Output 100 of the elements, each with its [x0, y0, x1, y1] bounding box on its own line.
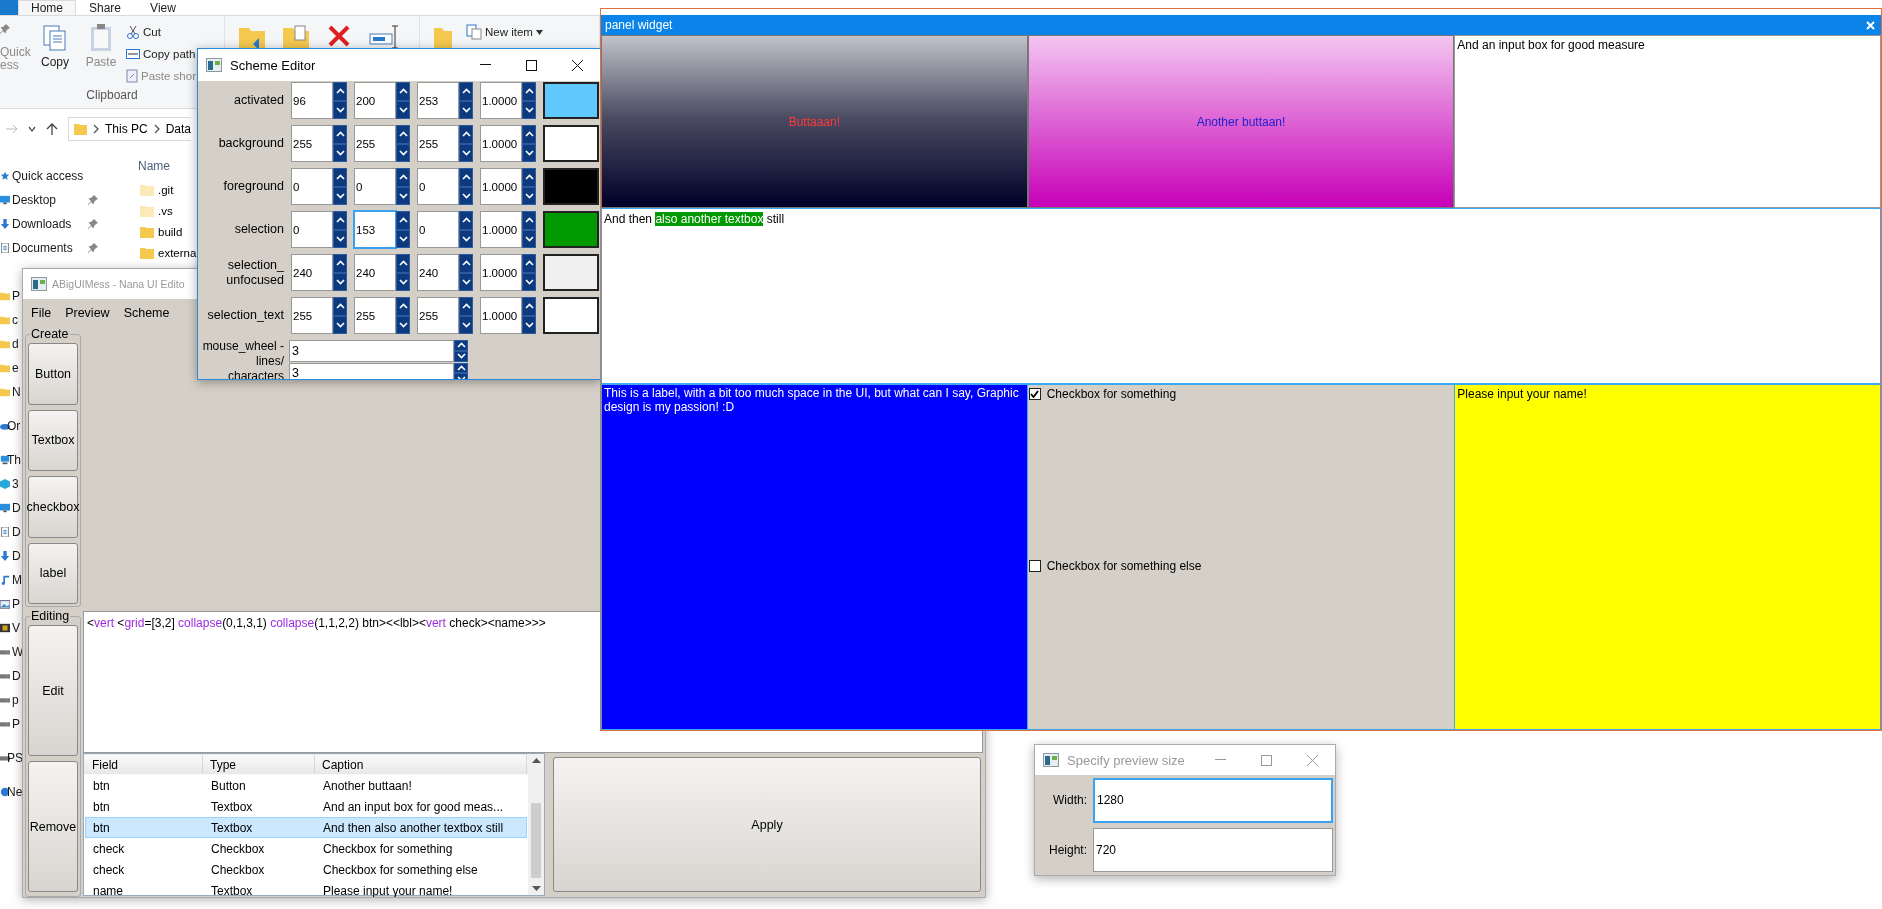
spin-up-button[interactable]	[459, 125, 473, 144]
number-field[interactable]: 1.0000	[480, 82, 522, 119]
input-field[interactable]: 720	[1093, 827, 1333, 872]
checkbox[interactable]	[1028, 560, 1041, 572]
nav-item[interactable]: D	[0, 664, 21, 688]
number-field[interactable]: 96	[291, 82, 333, 119]
folder-entry[interactable]: build	[138, 221, 197, 242]
column-header[interactable]: Caption	[315, 755, 527, 774]
spin-up-button[interactable]	[333, 125, 347, 144]
number-field[interactable]: 240	[354, 254, 396, 291]
spin-up-button[interactable]	[396, 297, 410, 316]
folder-entry[interactable]: .vs	[138, 200, 197, 221]
spin-down-button[interactable]	[454, 350, 468, 362]
spin-up-button[interactable]	[333, 297, 347, 316]
nav-item[interactable]: Desktop	[0, 188, 98, 212]
nav-item[interactable]: P	[0, 712, 20, 736]
spin-up-button[interactable]	[396, 82, 410, 101]
ribbon-button[interactable]: Copy path	[126, 46, 196, 62]
spin-up-button[interactable]	[396, 254, 410, 273]
number-field[interactable]: 1.0000	[480, 254, 522, 291]
spin-up-button[interactable]	[459, 211, 473, 230]
menu-item[interactable]: File	[31, 306, 52, 320]
close-icon[interactable]	[1866, 20, 1875, 30]
number-field[interactable]: 1.0000	[480, 297, 522, 334]
number-field[interactable]: 0	[291, 168, 333, 205]
nav-item[interactable]: Quick access	[0, 164, 84, 188]
folder-entry[interactable]: .git	[138, 179, 197, 200]
spin-up-button[interactable]	[522, 168, 536, 187]
list-row[interactable]: name Textbox Please input your name!	[85, 880, 527, 897]
spin-up-button[interactable]	[396, 125, 410, 144]
tool-button[interactable]: Edit	[28, 625, 78, 756]
menu-item[interactable]: Scheme	[123, 306, 170, 320]
spin-up-button[interactable]	[396, 168, 410, 187]
column-header[interactable]: Field	[85, 755, 203, 774]
column-header[interactable]: Name	[138, 153, 197, 179]
spin-up-button[interactable]	[522, 297, 536, 316]
number-field[interactable]: 0	[354, 168, 396, 205]
spin-up-button[interactable]	[454, 362, 468, 374]
number-field[interactable]: 200	[354, 82, 396, 119]
nav-item[interactable]: P	[0, 592, 20, 616]
number-field[interactable]: 240	[417, 254, 459, 291]
ribbon-button[interactable]: Cut	[126, 24, 196, 40]
nav-item[interactable]: e	[0, 356, 19, 380]
spin-up-button[interactable]	[333, 168, 347, 187]
apply-button[interactable]: Apply	[553, 757, 981, 892]
number-field[interactable]: 3	[289, 340, 454, 362]
number-field[interactable]: 255	[354, 125, 396, 162]
nav-item[interactable]: M	[0, 568, 22, 592]
path-segment[interactable]: This PC	[105, 122, 148, 136]
spin-up-button[interactable]	[522, 211, 536, 230]
list-row[interactable]: btn Button Another buttaan!	[85, 775, 527, 796]
number-field[interactable]: 0	[291, 211, 333, 248]
tool-button[interactable]: Remove	[28, 761, 78, 892]
ribbon-tab[interactable]: Home	[18, 0, 76, 15]
number-field[interactable]: 255	[417, 125, 459, 162]
nav-item[interactable]: 3	[0, 472, 19, 496]
nav-item[interactable]: Downloads	[0, 212, 98, 236]
nav-item[interactable]: P	[0, 284, 20, 308]
nav-item[interactable]: Documents	[0, 236, 98, 260]
menu-item[interactable]: Preview	[65, 306, 110, 320]
ribbon-button[interactable]: New item	[466, 24, 543, 40]
input-field[interactable]: 1280	[1093, 778, 1333, 823]
list-row[interactable]: btn Textbox And then also another textbox still	[85, 817, 527, 838]
nav-item[interactable]: Ne	[0, 780, 23, 804]
spin-up-button[interactable]	[333, 211, 347, 230]
tool-button[interactable]: label	[28, 542, 78, 604]
spin-up-button[interactable]	[459, 168, 473, 187]
nav-item[interactable]: D	[0, 544, 21, 568]
nav-item[interactable]: d	[0, 332, 19, 356]
number-field[interactable]: 255	[291, 297, 333, 334]
nav-item[interactable]: c	[0, 308, 18, 332]
number-field[interactable]: 255	[417, 297, 459, 334]
nav-item[interactable]: D	[0, 496, 21, 520]
number-field[interactable]: 153	[354, 211, 396, 248]
number-field[interactable]: 1.0000	[480, 168, 522, 205]
spin-up-button[interactable]	[522, 82, 536, 101]
spin-up-button[interactable]	[454, 340, 468, 351]
nav-item[interactable]: D	[0, 520, 21, 544]
number-field[interactable]: 0	[417, 211, 459, 248]
number-field[interactable]: 253	[417, 82, 459, 119]
nav-item[interactable]: V	[0, 616, 20, 640]
up-icon[interactable]	[46, 123, 58, 135]
number-field[interactable]: 255	[354, 297, 396, 334]
text-field[interactable]: And then also another textbox still	[601, 208, 1881, 384]
spin-up-button[interactable]	[459, 297, 473, 316]
spin-up-button[interactable]	[459, 254, 473, 273]
spin-up-button[interactable]	[459, 82, 473, 101]
tool-button[interactable]: checkbox	[28, 476, 78, 538]
nav-item[interactable]: Th	[0, 448, 21, 472]
folder-entry[interactable]: externa	[138, 242, 197, 263]
scrollbar[interactable]	[528, 754, 544, 895]
checkbox[interactable]	[1028, 388, 1041, 400]
list-row[interactable]: check Checkbox Checkbox for something	[85, 838, 527, 859]
spin-up-button[interactable]	[333, 82, 347, 101]
number-field[interactable]: 255	[291, 125, 333, 162]
tool-button[interactable]: Textbox	[28, 409, 78, 471]
spin-up-button[interactable]	[522, 125, 536, 144]
nav-item[interactable]: Or	[0, 414, 21, 438]
number-field[interactable]: 240	[291, 254, 333, 291]
number-field[interactable]: 3	[289, 362, 454, 379]
